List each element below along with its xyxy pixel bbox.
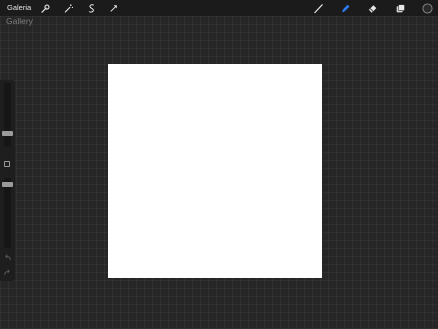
brush-icon[interactable] [313, 3, 324, 14]
modify-button-icon[interactable] [4, 161, 10, 167]
opacity-thumb[interactable] [2, 182, 13, 187]
top-toolbar: Galeria [0, 0, 438, 16]
brush-size-slider[interactable] [4, 83, 11, 147]
selection-icon[interactable] [86, 3, 97, 14]
transform-icon[interactable] [108, 3, 119, 14]
gallery-ghost-label: Gallery [6, 16, 33, 26]
brush-size-thumb[interactable] [2, 131, 13, 136]
side-toolbar [0, 80, 15, 281]
drawing-canvas[interactable] [108, 64, 322, 278]
magic-wand-icon[interactable] [63, 3, 74, 14]
layers-icon[interactable] [395, 3, 406, 14]
opacity-slider[interactable] [4, 178, 11, 248]
undo-icon[interactable] [3, 253, 12, 262]
wrench-icon[interactable] [40, 3, 51, 14]
smudge-icon[interactable] [340, 3, 351, 14]
redo-icon[interactable] [3, 268, 12, 277]
color-swatch-icon[interactable] [422, 3, 433, 14]
eraser-icon[interactable] [367, 3, 378, 14]
gallery-button[interactable]: Galeria [7, 3, 31, 13]
